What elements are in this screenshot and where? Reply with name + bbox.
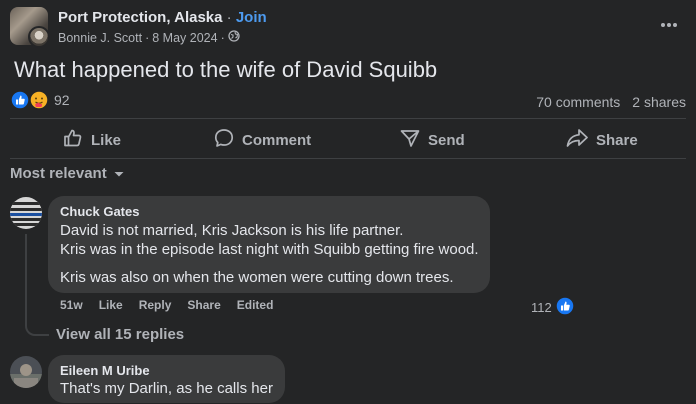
sort-label: Most relevant [10, 165, 107, 182]
comment-reply-button[interactable]: Reply [139, 298, 172, 312]
comment-text-line: That's my Darlin, as he calls her [60, 380, 273, 397]
separator: · [220, 30, 225, 45]
comment-bubble: Eileen M Uribe That's my Darlin, as he c… [48, 355, 285, 403]
share-button[interactable]: Share [566, 126, 638, 154]
send-button[interactable]: Send [400, 126, 465, 154]
separator: · [145, 30, 150, 45]
globe-icon [228, 30, 240, 45]
like-label: Like [91, 131, 122, 149]
like-reaction-icon [554, 296, 575, 319]
comment-author[interactable]: Chuck Gates [60, 204, 139, 219]
commenter-avatar[interactable] [10, 197, 42, 229]
group-name-line: Port Protection, Alaska · Join [58, 9, 267, 26]
share-label: Share [596, 131, 638, 149]
comment-author[interactable]: Eileen M Uribe [60, 363, 150, 378]
post-author[interactable]: Bonnie J. Scott [58, 31, 142, 45]
comment-actions: 51w Like Reply Share Edited [60, 298, 273, 312]
comment-button[interactable]: Comment [214, 126, 311, 154]
comment-icon [214, 128, 234, 152]
comment-reaction-count[interactable]: 112 [531, 296, 575, 319]
comment-text-line: David is not married, Kris Jackson is hi… [60, 222, 404, 239]
reaction-icons[interactable] [10, 90, 52, 110]
view-replies-link[interactable]: View all 15 replies [56, 326, 184, 343]
like-reaction-icon [10, 90, 30, 110]
comment-text-line: Kris was in the episode last night with … [60, 241, 479, 258]
edited-label[interactable]: Edited [237, 298, 274, 312]
comment-sort-dropdown[interactable]: Most relevant [10, 165, 125, 182]
more-options-icon[interactable] [656, 12, 682, 38]
comment-label: Comment [242, 131, 312, 149]
comment-like-button[interactable]: Like [99, 298, 123, 312]
thumbs-up-icon [63, 128, 83, 152]
comment-age[interactable]: 51w [60, 298, 83, 312]
reaction-count[interactable]: 92 [54, 92, 70, 108]
send-icon [400, 128, 420, 152]
shares-count[interactable]: 2 shares [632, 94, 686, 110]
comments-count[interactable]: 70 comments [536, 94, 620, 110]
reply-thread-line [25, 234, 49, 336]
comment-likes: 112 [531, 300, 552, 315]
comment-share-button[interactable]: Share [187, 298, 220, 312]
comment-bubble: Chuck Gates David is not married, Kris J… [48, 196, 490, 293]
comment-text-line: Kris was also on when the women were cut… [60, 269, 454, 286]
join-button[interactable]: Join [236, 9, 267, 26]
post-date[interactable]: 8 May 2024 [152, 31, 217, 45]
group-name[interactable]: Port Protection, Alaska [58, 9, 223, 26]
post-text: What happened to the wife of David Squib… [14, 57, 438, 82]
send-label: Send [428, 131, 465, 149]
author-avatar[interactable] [28, 26, 50, 48]
divider [10, 158, 686, 159]
care-reaction-icon [29, 90, 49, 110]
post-meta: Bonnie J. Scott · 8 May 2024 · [58, 30, 240, 45]
commenter-avatar[interactable] [10, 356, 42, 388]
engagement-counts: 70 comments 2 shares [536, 94, 686, 110]
like-button[interactable]: Like [63, 126, 121, 154]
caret-down-icon [113, 165, 125, 182]
share-arrow-icon [566, 128, 588, 152]
separator: · [226, 9, 232, 26]
divider [10, 118, 686, 119]
